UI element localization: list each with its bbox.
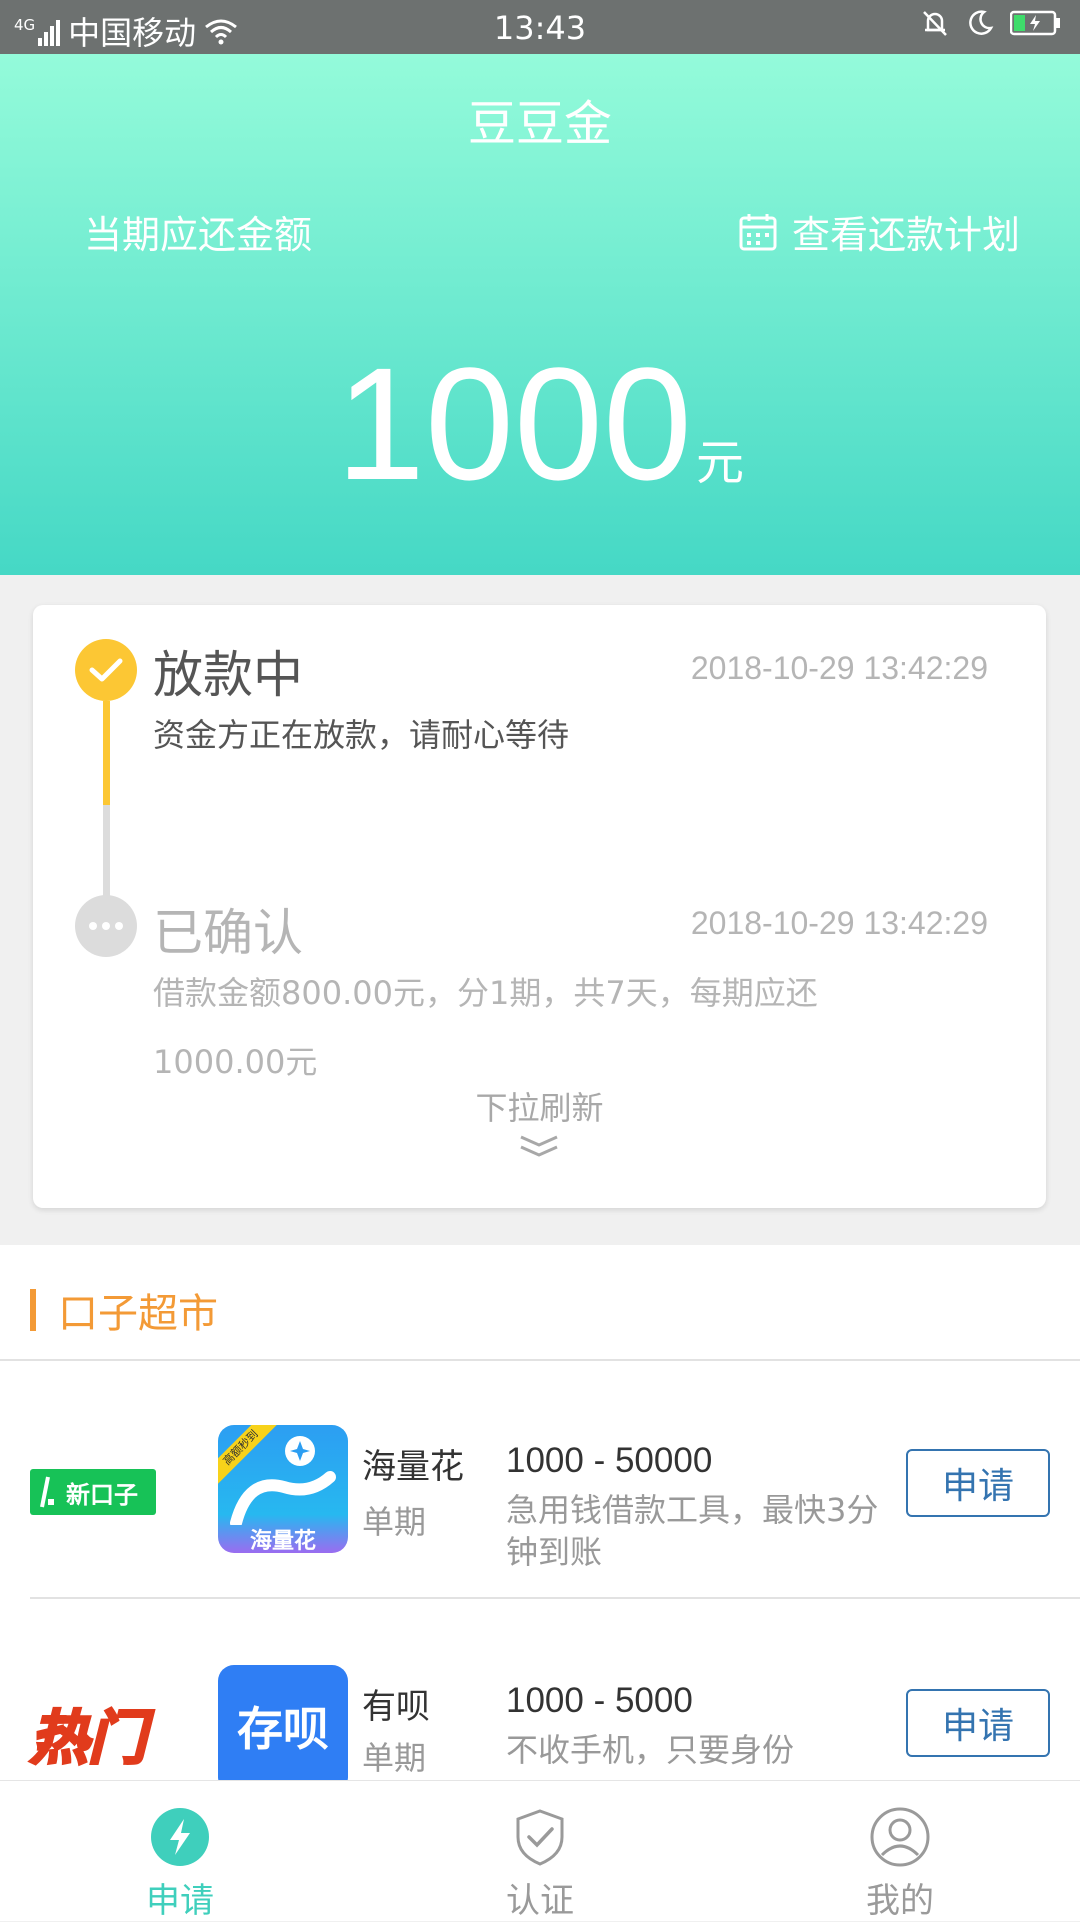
product-tag-label: 新口子 bbox=[66, 1480, 138, 1509]
moon-icon bbox=[969, 10, 994, 35]
due-amount-value: 1000 bbox=[336, 334, 692, 513]
due-amount-unit: 元 bbox=[695, 435, 744, 491]
calendar-icon bbox=[739, 213, 777, 250]
product-description: 不收手机，只要身份 bbox=[506, 1731, 795, 1769]
product-amount-range: 1000 - 5000 bbox=[506, 1681, 693, 1720]
ellipsis-icon bbox=[89, 922, 123, 930]
lightning-icon bbox=[151, 1808, 209, 1866]
timeline-line-pending bbox=[103, 805, 110, 897]
product-term: 单期 bbox=[362, 1739, 427, 1777]
logo-text: 海量花 bbox=[249, 1529, 316, 1553]
double-chevron-down-icon bbox=[520, 1135, 558, 1157]
tab-verify-label: 认证 bbox=[506, 1881, 574, 1921]
timeline-line-active bbox=[103, 701, 110, 805]
tab-apply-label: 申请 bbox=[146, 1881, 214, 1921]
step-desc-confirmed-line2: 1000.00元 bbox=[153, 1043, 318, 1081]
tab-me-label: 我的 bbox=[866, 1881, 934, 1921]
product-logo: 存呗 bbox=[218, 1665, 348, 1793]
due-amount: 1000元 bbox=[0, 344, 1080, 504]
user-icon bbox=[870, 1807, 930, 1867]
step-time-disbursing: 2018-10-29 13:42:29 bbox=[690, 650, 988, 686]
step-complete-marker bbox=[75, 639, 137, 701]
product-tag-hot: 热门 bbox=[28, 1703, 147, 1774]
step-time-confirmed: 2018-10-29 13:42:29 bbox=[690, 905, 988, 941]
row-divider bbox=[30, 1597, 1080, 1599]
new-tag-icon bbox=[40, 1476, 54, 1508]
apply-button[interactable]: 申请 bbox=[906, 1689, 1050, 1757]
product-name: 有呗 bbox=[362, 1687, 430, 1727]
apply-button[interactable]: 申请 bbox=[906, 1449, 1050, 1517]
product-name: 海量花 bbox=[362, 1447, 464, 1487]
step-desc-disbursing: 资金方正在放款，请耐心等待 bbox=[153, 716, 570, 754]
product-term: 单期 bbox=[362, 1503, 427, 1541]
check-icon bbox=[89, 658, 123, 682]
repayment-header: 豆豆金 当期应还金额 查看还款计划 1000元 bbox=[0, 54, 1080, 575]
loan-market-section: 口子超市 新口子 高额秒到 海量花 海量花 单期 1000 - 50000 急用… bbox=[0, 1245, 1080, 1793]
status-bar: 4G 中国移动 13:43 bbox=[0, 0, 1080, 54]
market-header: 口子超市 bbox=[0, 1245, 1080, 1361]
mute-bell-icon bbox=[923, 11, 947, 36]
step-desc-confirmed-line1: 借款金额800.00元，分1期，共7天，每期应还 bbox=[153, 974, 818, 1012]
status-right bbox=[920, 8, 1062, 38]
tab-apply[interactable]: 申请 bbox=[80, 1781, 280, 1921]
view-repayment-plan-label: 查看还款计划 bbox=[791, 213, 1020, 257]
pull-refresh-hint: 下拉刷新 bbox=[475, 1089, 604, 1127]
product-logo: 高额秒到 海量花 bbox=[218, 1425, 348, 1553]
market-title-accent bbox=[30, 1289, 36, 1331]
status-time: 13:43 bbox=[493, 9, 587, 47]
loan-status-card: 放款中 2018-10-29 13:42:29 资金方正在放款，请耐心等待 已确… bbox=[33, 605, 1046, 1208]
market-title: 口子超市 bbox=[58, 1291, 218, 1337]
due-amount-label: 当期应还金额 bbox=[84, 213, 313, 257]
tab-verify[interactable]: 认证 bbox=[440, 1781, 640, 1921]
product-amount-range: 1000 - 50000 bbox=[506, 1441, 713, 1480]
product-description: 急用钱借款工具，最快3分钟到账 bbox=[506, 1491, 879, 1571]
sparkle-icon bbox=[230, 1436, 336, 1525]
product-row[interactable]: 新口子 高额秒到 海量花 海量花 单期 1000 - 50000 急用钱借款工具… bbox=[0, 1361, 1080, 1599]
logo-text: 存呗 bbox=[237, 1702, 329, 1756]
tab-me[interactable]: 我的 bbox=[800, 1781, 1000, 1921]
view-repayment-plan-link[interactable]: 查看还款计划 bbox=[738, 204, 1020, 259]
battery-icon bbox=[1010, 10, 1060, 36]
bottom-navigation: 申请 认证 我的 bbox=[0, 1780, 1080, 1921]
page-title: 豆豆金 bbox=[467, 96, 612, 152]
product-tag-new: 新口子 bbox=[30, 1469, 156, 1515]
shield-check-icon bbox=[516, 1809, 564, 1866]
step-title-disbursing: 放款中 bbox=[153, 646, 303, 704]
step-pending-marker bbox=[75, 895, 137, 957]
step-title-confirmed: 已确认 bbox=[153, 904, 303, 962]
